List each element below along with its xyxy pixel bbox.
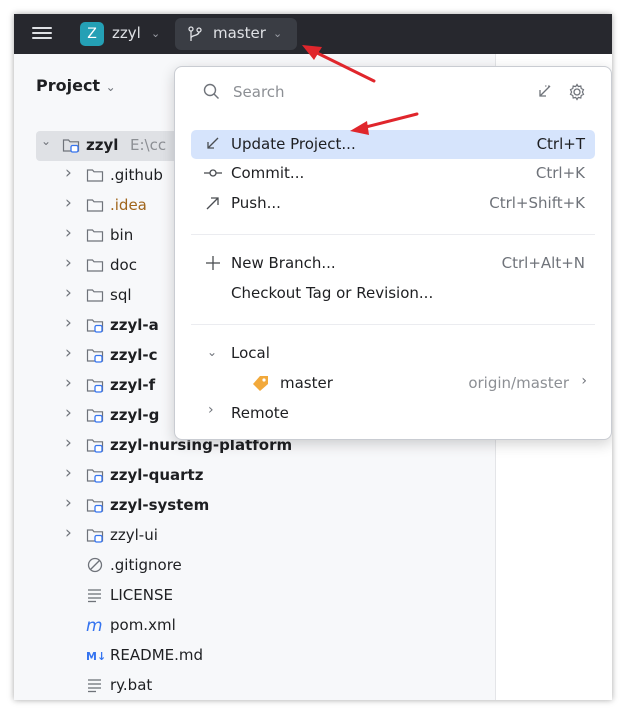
tree-item-label: .gitignore (110, 556, 182, 574)
git-branch-icon (188, 26, 202, 41)
tree-row[interactable]: › zzyl-quartz (14, 461, 495, 491)
checkout-tag-item[interactable]: Checkout Tag or Revision... (191, 279, 595, 308)
chevron-right-icon[interactable]: › (65, 223, 77, 243)
module-folder-icon (86, 347, 104, 363)
main-menu-icon[interactable] (32, 24, 52, 42)
folder-icon (86, 227, 104, 243)
menu-separator (191, 234, 595, 235)
chevron-down-icon: ⌄ (273, 27, 283, 40)
chevron-right-icon[interactable]: › (65, 313, 77, 333)
module-folder-icon (86, 377, 104, 393)
module-folder-icon (86, 497, 104, 513)
collapse-arrow-icon[interactable] (537, 83, 553, 99)
folder-icon (86, 257, 104, 273)
tree-row[interactable]: › zzyl-ui (14, 521, 495, 551)
chevron-right-icon[interactable]: › (65, 373, 77, 393)
folder-icon (86, 197, 104, 213)
tree-item-label: zzyl-f (110, 376, 156, 394)
new-branch-item[interactable]: New Branch... Ctrl+Alt+N (191, 249, 595, 278)
commit-icon (204, 169, 222, 177)
chevron-down-icon: ⌄ (207, 345, 218, 359)
project-switcher[interactable]: zzyl (112, 24, 141, 42)
tree-row[interactable]: .gitignore (14, 551, 495, 581)
tree-item-label: zzyl-system (110, 496, 210, 514)
tree-item-label: zzyl-g (110, 406, 160, 424)
chevron-right-icon[interactable]: › (65, 463, 77, 483)
tree-item-label: LICENSE (110, 586, 173, 604)
tree-item-label: .idea (110, 196, 147, 214)
update-project-item[interactable]: Update Project... Ctrl+T (191, 130, 595, 159)
tree-row[interactable]: ry.bat (14, 671, 495, 700)
menu-separator (191, 324, 595, 325)
chevron-down-icon[interactable]: ⌄ (41, 134, 53, 148)
tag-icon (253, 376, 268, 391)
push-arrow-icon (206, 197, 219, 210)
module-folder-icon (86, 437, 104, 453)
panel-title[interactable]: Project ⌄ (36, 76, 116, 95)
chevron-right-icon[interactable]: › (65, 163, 77, 183)
folder-icon (86, 167, 104, 183)
tree-item-label: bin (110, 226, 134, 244)
update-arrow-icon (207, 137, 219, 149)
chevron-down-icon: ⌄ (105, 80, 116, 94)
chevron-right-icon[interactable]: › (65, 253, 77, 273)
tree-item-label: zzyl-quartz (110, 466, 204, 484)
tree-item-label: sql (110, 286, 132, 304)
search-icon (203, 83, 219, 99)
module-folder-icon (86, 467, 104, 483)
branch-item-master[interactable]: master origin/master › (191, 369, 595, 398)
ide-window: Z zzyl ⌄ master ⌄ Project ⌄ ⌄ zzyl E:\cc ›.… (14, 14, 612, 700)
tree-item-label: .github (110, 166, 163, 184)
chevron-down-icon[interactable]: ⌄ (151, 27, 160, 40)
tree-row[interactable]: m pom.xml (14, 611, 495, 641)
chevron-right-icon[interactable]: › (65, 193, 77, 213)
tree-row[interactable]: LICENSE (14, 581, 495, 611)
title-bar: Z zzyl ⌄ master ⌄ (14, 14, 612, 54)
tree-item-label: doc (110, 256, 137, 274)
module-folder-icon (86, 407, 104, 423)
chevron-right-icon[interactable]: › (65, 283, 77, 303)
branch-name: master (213, 24, 266, 42)
project-badge[interactable]: Z (80, 22, 104, 46)
tree-item-label: zzyl-a (110, 316, 159, 334)
markdown-icon: M↓ (86, 647, 106, 663)
folder-icon (86, 287, 104, 303)
chevron-right-icon[interactable]: › (65, 493, 77, 513)
local-branches-group[interactable]: ⌄ Local (191, 339, 595, 368)
remote-branches-group[interactable]: › Remote (191, 399, 595, 428)
maven-icon: m (86, 616, 104, 636)
text-file-icon (86, 587, 104, 603)
module-folder-icon (86, 527, 104, 543)
gear-icon[interactable] (568, 83, 586, 101)
chevron-right-icon[interactable]: › (65, 403, 77, 423)
chevron-right-icon: › (208, 402, 214, 418)
tree-item-label: zzyl (86, 136, 119, 154)
gitignore-icon (86, 557, 104, 573)
text-file-icon (86, 677, 104, 693)
chevron-right-icon: › (581, 373, 587, 389)
branch-widget-button[interactable]: master ⌄ (175, 18, 297, 50)
chevron-right-icon[interactable]: › (65, 343, 77, 363)
tree-row[interactable]: M↓ README.md (14, 641, 495, 671)
chevron-right-icon[interactable]: › (65, 523, 77, 543)
svg-text:M↓: M↓ (86, 650, 106, 663)
tree-item-label: zzyl-ui (110, 526, 158, 544)
module-folder-icon (62, 137, 80, 153)
tree-item-label: zzyl-c (110, 346, 158, 364)
tree-item-label: pom.xml (110, 616, 176, 634)
chevron-right-icon[interactable]: › (65, 433, 77, 453)
svg-text:m: m (86, 617, 103, 633)
tree-item-label: ry.bat (110, 676, 153, 694)
tree-item-path: E:\cc (130, 136, 167, 154)
tree-row[interactable]: › zzyl-system (14, 491, 495, 521)
commit-item[interactable]: Commit... Ctrl+K (191, 159, 595, 188)
push-item[interactable]: Push... Ctrl+Shift+K (191, 189, 595, 218)
plus-icon (206, 256, 220, 270)
module-folder-icon (86, 317, 104, 333)
tree-item-label: README.md (110, 646, 204, 664)
git-branch-popup: Search Update Project... Ctrl+T Commit..… (174, 66, 612, 440)
search-input[interactable]: Search (233, 83, 285, 101)
